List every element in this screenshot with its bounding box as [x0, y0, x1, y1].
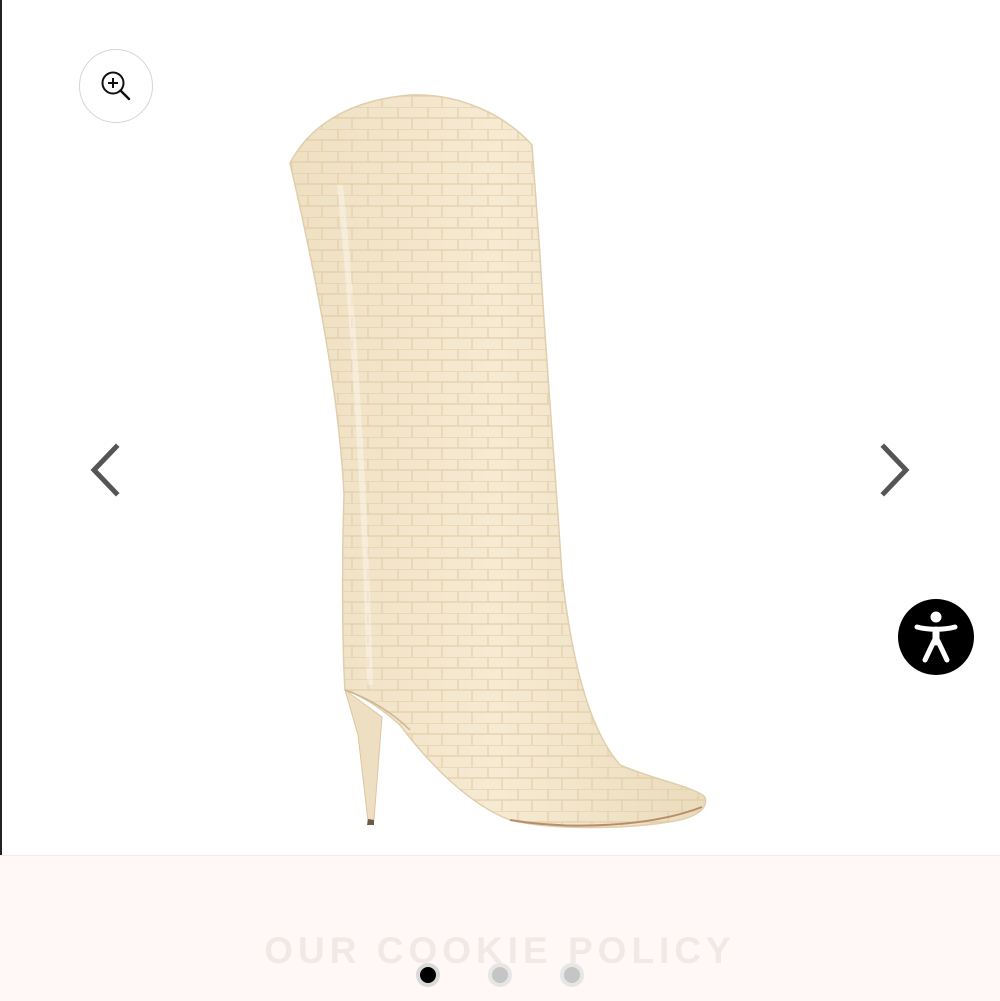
- next-image-button[interactable]: [870, 435, 920, 505]
- left-edge-divider: [0, 0, 2, 1000]
- zoom-in-icon: [101, 71, 131, 101]
- chevron-left-icon: [90, 443, 120, 497]
- product-image[interactable]: [270, 85, 730, 835]
- boot-heel: [344, 688, 383, 822]
- carousel-pagination: [0, 963, 1000, 989]
- previous-image-button[interactable]: [80, 435, 130, 505]
- carousel-dot-1[interactable]: [416, 963, 440, 987]
- accessibility-person-icon: [914, 611, 958, 663]
- accessibility-button[interactable]: [898, 599, 974, 675]
- chevron-right-icon: [880, 443, 910, 497]
- carousel-dot-3[interactable]: [560, 963, 584, 987]
- zoom-button[interactable]: [79, 49, 153, 123]
- carousel-dot-2[interactable]: [488, 963, 512, 987]
